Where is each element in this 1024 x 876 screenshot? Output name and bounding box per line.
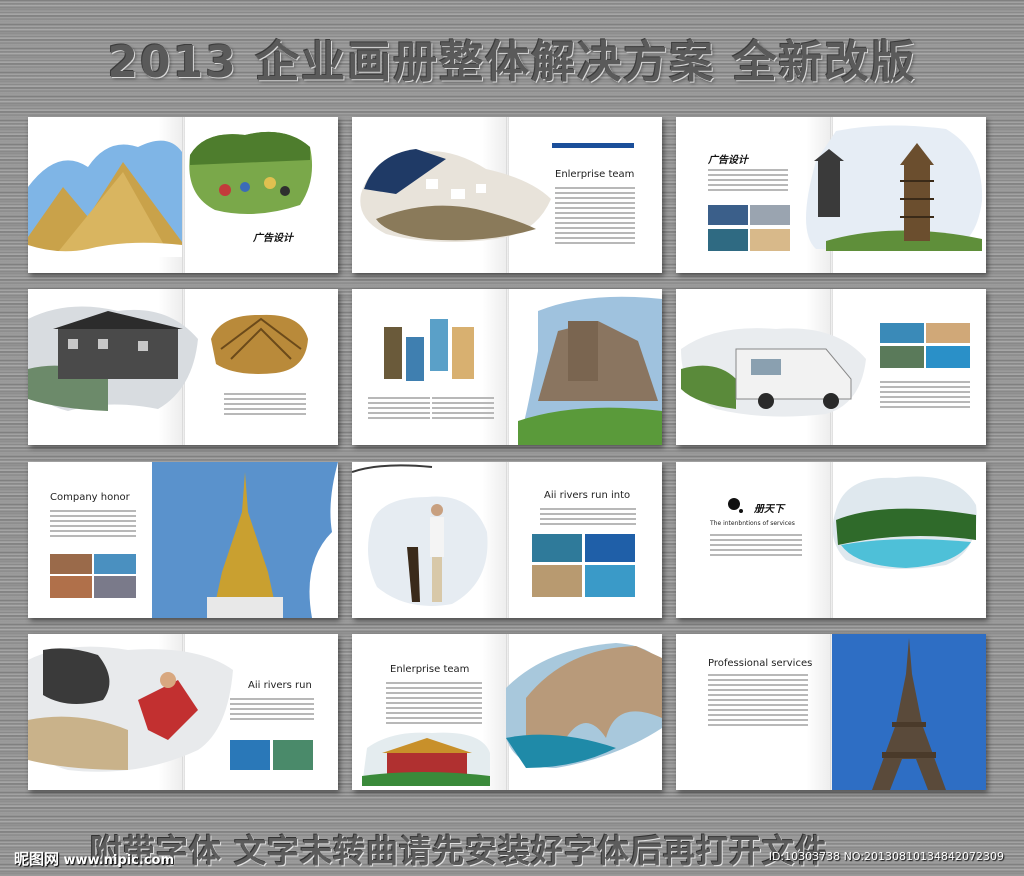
body-text-block bbox=[432, 397, 494, 422]
body-text-block bbox=[880, 381, 970, 411]
page-heading: Aii rivers run bbox=[248, 680, 312, 691]
castle-ruins-image bbox=[518, 296, 662, 445]
thumbnail-image bbox=[230, 740, 270, 770]
signature-text: 广告设计 bbox=[708, 155, 748, 166]
thumbnail-image bbox=[94, 576, 136, 598]
thumbnail-image bbox=[50, 576, 92, 598]
body-text-block bbox=[555, 187, 635, 247]
page-heading: Professional services bbox=[708, 658, 813, 669]
thumbnail-image bbox=[406, 337, 424, 381]
pagoda-image bbox=[806, 125, 983, 251]
coastal-town-image bbox=[360, 149, 551, 243]
gate-building-image bbox=[362, 732, 490, 786]
thumbnail-image bbox=[452, 327, 474, 379]
thumbnail-image bbox=[880, 323, 924, 343]
site-brand: 昵图网 bbox=[14, 850, 60, 868]
brochure-grid: 广告设计 Enlerprise team 广告设计 Company honor … bbox=[0, 0, 1024, 876]
page-subtitle: The intenbntions of services bbox=[710, 520, 795, 527]
thumbnail-image bbox=[750, 205, 790, 225]
footer-notice: 附带字体 文字未转曲请先安装好字体后再打开文件 bbox=[90, 832, 829, 870]
spread-professional-services[interactable]: Professional services bbox=[676, 634, 986, 790]
spread-castle[interactable] bbox=[352, 289, 662, 445]
accent-bar bbox=[552, 143, 634, 148]
thumbnail-image bbox=[532, 534, 582, 562]
golden-dome-image bbox=[211, 314, 308, 374]
thumbnail-image bbox=[926, 323, 970, 343]
site-watermark: 昵图网 www.nipic.com bbox=[14, 848, 174, 869]
eiffel-tower-image bbox=[832, 634, 986, 790]
couple-horse-image bbox=[352, 464, 488, 606]
ink-splash-icon bbox=[728, 498, 743, 513]
field-image bbox=[189, 131, 313, 214]
spread-water-town[interactable] bbox=[28, 289, 338, 445]
spread-enterprise-team-2[interactable]: Enlerprise team bbox=[352, 634, 662, 790]
spread-rivers-run[interactable]: Aii rivers run bbox=[28, 634, 338, 790]
page-heading: Enlerprise team bbox=[390, 664, 470, 675]
body-text-block bbox=[386, 682, 482, 727]
thumbnail-image bbox=[708, 205, 748, 225]
spread-company-honor[interactable]: Company honor bbox=[28, 462, 338, 618]
body-text-block bbox=[230, 698, 314, 723]
camper-van-image bbox=[681, 328, 866, 417]
thumbnail-image bbox=[585, 534, 635, 562]
thumbnail-image bbox=[384, 327, 402, 379]
site-url: www.nipic.com bbox=[63, 853, 174, 868]
body-text-block bbox=[50, 510, 136, 540]
body-text-block bbox=[540, 508, 636, 528]
spread-camper-van[interactable] bbox=[676, 289, 986, 445]
page-heading: Company honor bbox=[50, 492, 130, 503]
body-text-block bbox=[708, 674, 808, 729]
sea-arch-image bbox=[506, 643, 662, 768]
thumbnail-image bbox=[273, 740, 313, 770]
thumbnail-image bbox=[94, 554, 136, 574]
spread-enterprise-team[interactable]: Enlerprise team bbox=[352, 117, 662, 273]
water-town-image bbox=[28, 306, 198, 411]
spread-services-pool[interactable]: 册天下 The intenbntions of services bbox=[676, 462, 986, 618]
golden-stupa-image bbox=[152, 462, 338, 618]
thumbnail-image bbox=[750, 229, 790, 251]
thumbnail-image bbox=[532, 565, 582, 597]
spread-mountains[interactable]: 广告设计 bbox=[28, 117, 338, 273]
page-heading: Aii rivers run into bbox=[544, 490, 631, 501]
spread-rivers-run-into[interactable]: Aii rivers run into bbox=[352, 462, 662, 618]
body-text-block bbox=[224, 393, 306, 418]
spread-pagodas[interactable]: 广告设计 bbox=[676, 117, 986, 273]
thumbnail-image bbox=[926, 346, 970, 368]
thumbnail-image bbox=[708, 229, 748, 251]
image-id-watermark: ID:10303738 NO:20130810134842072309 bbox=[768, 850, 1004, 863]
beach-climber-image bbox=[28, 646, 233, 772]
body-text-block bbox=[368, 397, 430, 422]
signature-text: 广告设计 bbox=[253, 233, 293, 244]
thumbnail-image bbox=[50, 554, 92, 574]
pool-resort-image bbox=[832, 476, 977, 569]
thumbnail-image bbox=[585, 565, 635, 597]
body-text-block bbox=[708, 169, 788, 194]
thumbnail-image bbox=[430, 319, 448, 371]
signature-text: 册天下 bbox=[754, 504, 784, 515]
thumbnail-image bbox=[880, 346, 924, 368]
body-text-block bbox=[710, 534, 802, 559]
page-heading: Enlerprise team bbox=[555, 169, 635, 180]
mountain-image bbox=[28, 140, 182, 257]
